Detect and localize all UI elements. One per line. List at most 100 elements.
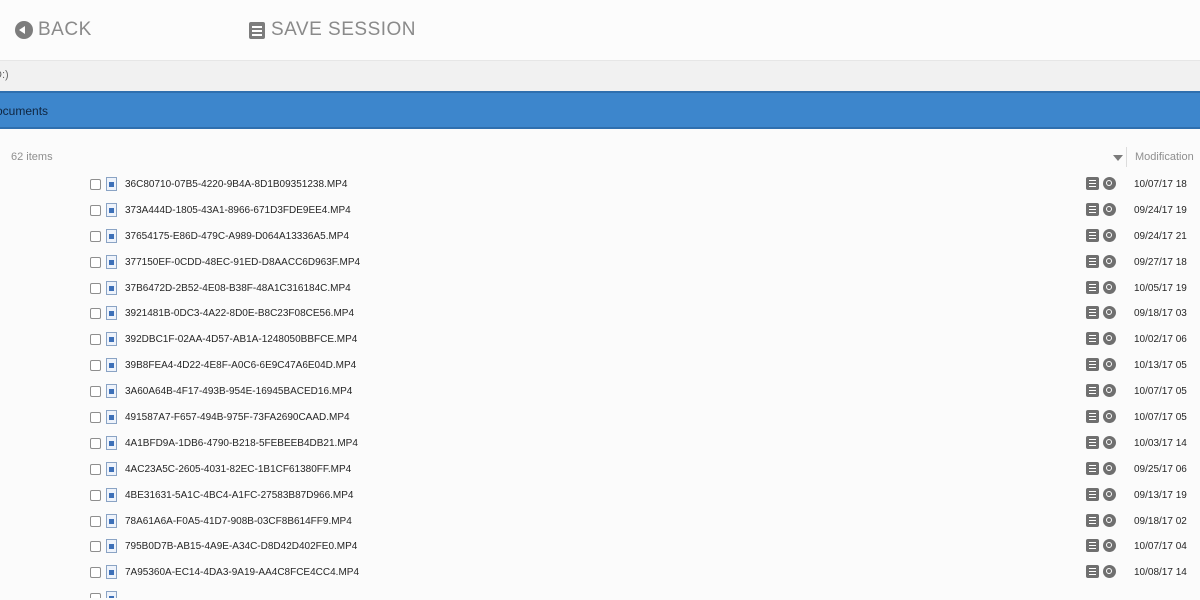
file-name[interactable]: 3921481B-0DC3-4A22-8D0E-B8C23F08CE56.MP4 [125,308,354,319]
search-icon[interactable] [1103,306,1116,320]
file-row[interactable]: 78A61A6A-F0A5-41D7-908B-03CF8B614FF9.MP4… [0,511,1200,537]
file-name[interactable]: 4AC23A5C-2605-4031-82EC-1B1CF61380FF.MP4 [125,464,351,475]
file-name[interactable]: 795B0D7B-AB15-4A9E-A34C-D8D42D402FE0.MP4 [125,541,357,552]
file-modified-date: 09/24/17 19 [1134,204,1187,216]
file-checkbox[interactable] [90,412,101,424]
file-name[interactable]: 37654175-E86D-479C-A989-D064A13336A5.MP4 [125,231,349,242]
file-checkbox[interactable] [90,567,101,579]
file-row-partial[interactable] [0,588,1200,599]
file-icon [106,332,117,347]
file-row[interactable]: 36C80710-07B5-4220-9B4A-8D1B09351238.MP4… [0,174,1200,200]
details-icon[interactable] [1086,487,1099,501]
sort-dropdown-icon[interactable] [1113,155,1123,161]
search-icon[interactable] [1103,202,1116,216]
file-modified-date: 09/13/17 19 [1134,489,1187,501]
details-icon[interactable] [1086,280,1099,294]
details-icon[interactable] [1086,565,1099,579]
file-name[interactable]: 377150EF-0CDD-48EC-91ED-D8AACC6D963F.MP4 [125,257,360,268]
file-row[interactable]: 491587A7-F657-494B-975F-73FA2690CAAD.MP4… [0,407,1200,433]
search-icon[interactable] [1103,358,1116,372]
search-icon[interactable] [1103,254,1116,268]
file-row[interactable]: 4BE31631-5A1C-4BC4-A1FC-27583B87D966.MP4… [0,485,1200,511]
search-icon[interactable] [1103,513,1116,527]
file-modified-date: 10/07/17 04 [1134,541,1187,553]
file-name[interactable]: 373A444D-1805-43A1-8966-671D3FDE9EE4.MP4 [125,205,351,216]
file-modified-date: 09/27/17 18 [1134,256,1187,268]
file-modified-date: 10/05/17 19 [1134,282,1187,294]
details-icon[interactable] [1086,410,1099,424]
file-name[interactable]: 4A1BFD9A-1DB6-4790-B218-5FEBEEB4DB21.MP4 [125,438,358,449]
file-checkbox[interactable] [90,230,101,242]
file-name[interactable]: 491587A7-F657-494B-975F-73FA2690CAAD.MP4 [125,412,350,423]
file-checkbox[interactable] [90,256,101,268]
path-label: D:) [0,69,9,81]
file-checkbox[interactable] [90,282,101,294]
search-icon[interactable] [1103,384,1116,398]
file-checkbox[interactable] [90,515,101,527]
details-icon[interactable] [1086,384,1099,398]
file-row[interactable]: 7A95360A-EC14-4DA3-9A19-AA4C8FCE4CC4.MP4… [0,562,1200,588]
file-name[interactable]: 78A61A6A-F0A5-41D7-908B-03CF8B614FF9.MP4 [125,516,352,527]
details-icon[interactable] [1086,358,1099,372]
file-checkbox[interactable] [90,334,101,346]
file-checkbox[interactable] [90,204,101,216]
file-modified-date: 09/18/17 03 [1134,308,1187,320]
file-row[interactable]: 4AC23A5C-2605-4031-82EC-1B1CF61380FF.MP4… [0,459,1200,485]
back-button[interactable]: BACK [15,17,92,43]
file-checkbox[interactable] [90,179,101,190]
details-icon[interactable] [1086,332,1099,346]
file-checkbox[interactable] [90,360,101,372]
file-name[interactable]: 3A60A64B-4F17-493B-954E-16945BACED16.MP4 [125,386,352,397]
details-icon[interactable] [1086,254,1099,268]
file-row[interactable]: 37654175-E86D-479C-A989-D064A13336A5.MP4… [0,226,1200,252]
details-icon[interactable] [1086,228,1099,242]
search-icon[interactable] [1103,410,1116,424]
file-name[interactable]: 37B6472D-2B52-4E08-B38F-48A1C316184C.MP4 [125,283,351,294]
search-icon[interactable] [1103,565,1116,579]
file-checkbox[interactable] [90,593,101,599]
file-modified-date: 09/18/17 02 [1134,515,1187,527]
file-name[interactable]: 4BE31631-5A1C-4BC4-A1FC-27583B87D966.MP4 [125,490,353,501]
save-session-button[interactable]: SAVE SESSION [249,17,416,43]
file-row[interactable]: 39B8FEA4-4D22-4E8F-A0C6-6E9C47A6E04D.MP4… [0,355,1200,381]
modified-column-header[interactable]: Modification [1135,151,1194,163]
details-icon[interactable] [1086,202,1099,216]
file-checkbox[interactable] [90,489,101,501]
search-icon[interactable] [1103,435,1116,449]
search-icon[interactable] [1103,332,1116,346]
file-name[interactable]: 392DBC1F-02AA-4D57-AB1A-1248050BBFCE.MP4 [125,334,357,345]
search-icon[interactable] [1103,177,1116,190]
path-bar[interactable]: D:) [0,60,1200,91]
file-icon [106,461,117,476]
details-icon[interactable] [1086,461,1099,475]
file-icon [106,228,117,243]
details-icon[interactable] [1086,435,1099,449]
file-row[interactable]: 795B0D7B-AB15-4A9E-A34C-D8D42D402FE0.MP4… [0,536,1200,562]
search-icon[interactable] [1103,461,1116,475]
details-icon[interactable] [1086,539,1099,553]
folder-bar[interactable]: ocuments [0,91,1200,129]
search-icon[interactable] [1103,280,1116,294]
details-icon[interactable] [1086,177,1099,190]
file-name[interactable]: 36C80710-07B5-4220-9B4A-8D1B09351238.MP4 [125,179,347,190]
file-icon [106,513,117,528]
search-icon[interactable] [1103,228,1116,242]
file-checkbox[interactable] [90,386,101,398]
file-row[interactable]: 4A1BFD9A-1DB6-4790-B218-5FEBEEB4DB21.MP4… [0,433,1200,459]
file-checkbox[interactable] [90,463,101,475]
file-row[interactable]: 392DBC1F-02AA-4D57-AB1A-1248050BBFCE.MP4… [0,329,1200,355]
file-row[interactable]: 37B6472D-2B52-4E08-B38F-48A1C316184C.MP4… [0,278,1200,304]
file-name[interactable]: 7A95360A-EC14-4DA3-9A19-AA4C8FCE4CC4.MP4 [125,567,359,578]
search-icon[interactable] [1103,487,1116,501]
details-icon[interactable] [1086,306,1099,320]
file-checkbox[interactable] [90,437,101,449]
file-row[interactable]: 377150EF-0CDD-48EC-91ED-D8AACC6D963F.MP4… [0,252,1200,278]
file-checkbox[interactable] [90,541,101,553]
details-icon[interactable] [1086,513,1099,527]
file-name[interactable]: 39B8FEA4-4D22-4E8F-A0C6-6E9C47A6E04D.MP4 [125,360,356,371]
search-icon[interactable] [1103,539,1116,553]
file-row[interactable]: 3921481B-0DC3-4A22-8D0E-B8C23F08CE56.MP4… [0,303,1200,329]
file-row[interactable]: 3A60A64B-4F17-493B-954E-16945BACED16.MP4… [0,381,1200,407]
file-row[interactable]: 373A444D-1805-43A1-8966-671D3FDE9EE4.MP4… [0,200,1200,226]
file-checkbox[interactable] [90,308,101,320]
